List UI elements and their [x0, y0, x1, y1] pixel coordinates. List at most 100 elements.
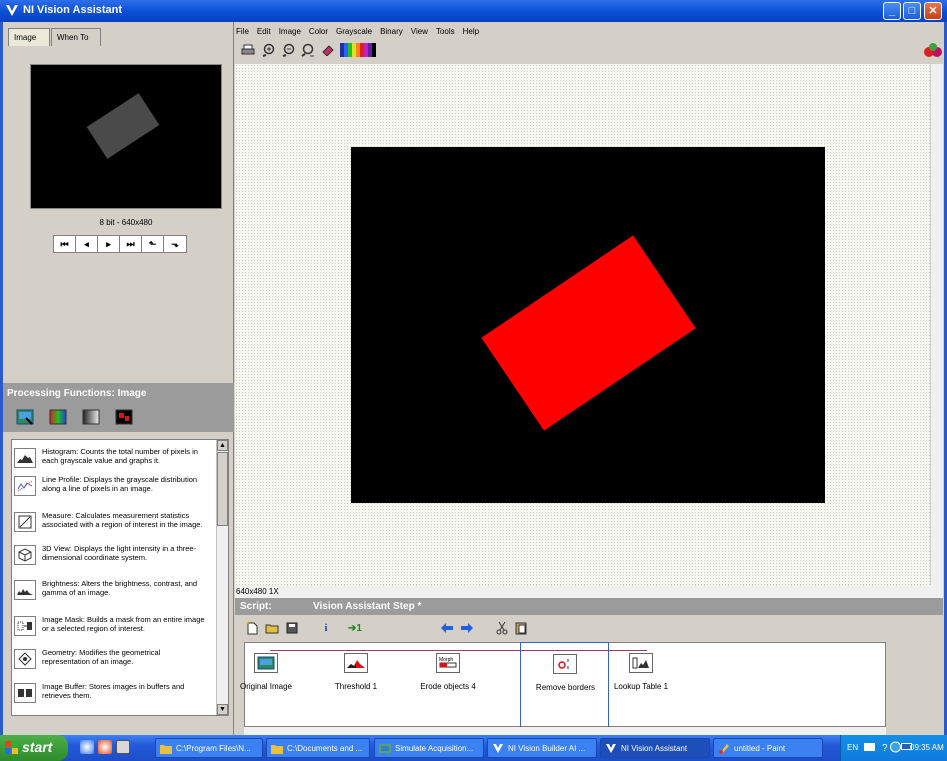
windows-flag-icon [5, 741, 18, 754]
taskbar-item[interactable]: C:\Program Files\N... [155, 738, 263, 758]
binary-functions-icon[interactable] [115, 409, 133, 425]
print-icon[interactable] [239, 41, 257, 59]
main-image[interactable] [351, 147, 825, 503]
3d-view-icon [14, 545, 36, 565]
menu-image[interactable]: Image [278, 27, 302, 39]
save-script-icon[interactable] [283, 619, 301, 637]
move-left-icon[interactable] [438, 619, 456, 637]
quick-launch [80, 740, 130, 754]
processing-category-bar [3, 405, 234, 432]
list-item[interactable]: Image Buffer: Stores images in buffers a… [14, 682, 210, 703]
function-description: Image Mask: Builds a mask from an entire… [42, 615, 205, 633]
canvas-vertical-scrollbar[interactable] [930, 64, 943, 597]
script-horizontal-scrollbar[interactable] [244, 727, 886, 735]
zoom-out-icon[interactable] [279, 41, 297, 59]
zoom-1-to-1-icon[interactable] [299, 41, 317, 59]
measure-icon [14, 512, 36, 532]
network-icon[interactable] [890, 741, 901, 753]
redo-image-button[interactable]: ⬎ [164, 236, 186, 252]
media-player-icon[interactable] [98, 740, 112, 754]
next-image-button[interactable]: ▸ [98, 236, 120, 252]
tool-palette-icon[interactable] [319, 41, 337, 59]
close-button[interactable]: ✕ [924, 2, 942, 20]
menu-help[interactable]: Help [462, 27, 480, 39]
new-script-icon[interactable] [243, 619, 261, 637]
step-remove-borders[interactable]: Remove borders [520, 642, 609, 738]
list-item[interactable]: Line Profile: Displays the grayscale dis… [14, 475, 210, 496]
image-canvas[interactable] [235, 64, 930, 597]
svg-text:Morph: Morph [439, 657, 453, 663]
taskbar-item[interactable]: NI Vision Builder AI ... [487, 738, 597, 758]
taskbar-item[interactable]: Simulate Acquisition... [374, 738, 484, 758]
menu-edit[interactable]: Edit [256, 27, 272, 39]
list-item[interactable]: Histogram: Counts the total number of pi… [14, 447, 210, 468]
processing-functions-header: Processing Functions: Image [3, 383, 234, 405]
cut-step-icon[interactable] [493, 619, 511, 637]
menu-bar: File Edit Image Color Grayscale Binary V… [235, 27, 480, 39]
step-threshold[interactable]: Threshold 1 [313, 653, 399, 715]
main-window: Image When To 8 bit - 640x480 ⏮ ◂ ▸ ⏭ ⬑ … [3, 22, 944, 738]
step-lookup-table[interactable]: Lookup Table 1 [598, 653, 684, 715]
start-button[interactable]: start [0, 735, 68, 761]
list-item[interactable]: 3D View: Displays the light intensity in… [14, 544, 210, 565]
image-preview[interactable] [30, 64, 222, 209]
system-tray: EN ? 09:35 AM [840, 735, 947, 761]
keyboard-icon[interactable] [864, 741, 875, 753]
processing-functions-list: Histogram: Counts the total number of pi… [11, 439, 229, 716]
show-desktop-icon[interactable] [116, 740, 130, 754]
tab-when-to[interactable]: When To [51, 28, 101, 46]
paint-icon [719, 744, 729, 754]
grayscale-functions-icon[interactable] [82, 409, 100, 425]
run-once-button[interactable]: ➔1 [344, 619, 366, 637]
brightness-icon [14, 580, 36, 600]
function-description: Image Buffer: Stores images in buffers a… [42, 682, 185, 700]
step-original-image[interactable]: Original Image [223, 653, 309, 715]
language-indicator[interactable]: EN [847, 743, 858, 752]
start-label: start [22, 739, 53, 755]
paste-step-icon[interactable] [512, 619, 530, 637]
internet-explorer-icon[interactable] [80, 740, 94, 754]
left-panel: Image When To 8 bit - 640x480 ⏮ ◂ ▸ ⏭ ⬑ … [3, 22, 234, 735]
step-label: Erode objects 4 [420, 682, 476, 691]
histogram-icon [14, 448, 36, 468]
color-functions-icon[interactable] [49, 409, 67, 425]
menu-tools[interactable]: Tools [435, 27, 456, 39]
menu-grayscale[interactable]: Grayscale [335, 27, 373, 39]
menu-binary[interactable]: Binary [379, 27, 404, 39]
menu-file[interactable]: File [235, 27, 250, 39]
function-description: 3D View: Displays the light intensity in… [42, 544, 197, 562]
palette-bar-icon[interactable] [339, 41, 377, 59]
lookup-table-icon [629, 653, 653, 673]
canvas-horizontal-scrollbar[interactable] [235, 585, 943, 598]
tab-image[interactable]: Image [8, 28, 50, 46]
menu-view[interactable]: View [410, 27, 429, 39]
morphology-icon: Morph [436, 653, 460, 673]
first-image-button[interactable]: ⏮ [54, 236, 76, 252]
last-image-button[interactable]: ⏭ [120, 236, 142, 252]
taskbar-item[interactable]: NI Vision Assistant [600, 738, 710, 758]
list-item[interactable]: Brightness: Alters the brightness, contr… [14, 579, 210, 600]
image-functions-icon[interactable] [16, 409, 34, 425]
step-info-button[interactable]: i [317, 619, 335, 637]
taskbar-item[interactable]: C:\Documents and ... [266, 738, 370, 758]
zoom-in-icon[interactable] [259, 41, 277, 59]
scroll-up-arrow-icon[interactable]: ▲ [217, 440, 228, 451]
taskbar-item-label: C:\Program Files\N... [176, 744, 251, 753]
move-right-icon[interactable] [458, 619, 476, 637]
scroll-thumb[interactable] [217, 452, 228, 526]
step-label: Original Image [239, 682, 293, 691]
zoom-status: 640x480 1X [236, 587, 279, 596]
minimize-button[interactable]: _ [883, 2, 901, 20]
step-erode-objects[interactable]: Morph Erode objects 4 [405, 653, 491, 715]
ni-vision-icon [493, 744, 503, 753]
previous-image-button[interactable]: ◂ [76, 236, 98, 252]
maximize-button[interactable]: □ [903, 2, 921, 20]
list-item[interactable]: Measure: Calculates measurement statisti… [14, 511, 210, 532]
taskbar-item-label: NI Vision Builder AI ... [508, 744, 586, 753]
taskbar-item[interactable]: untitled - Paint [713, 738, 823, 758]
list-item[interactable]: Image Mask: Builds a mask from an entire… [14, 615, 210, 636]
undo-image-button[interactable]: ⬑ [142, 236, 164, 252]
menu-color[interactable]: Color [308, 27, 329, 39]
list-item[interactable]: Geometry: Modifies the geometrical repre… [14, 648, 210, 669]
open-script-icon[interactable] [263, 619, 281, 637]
